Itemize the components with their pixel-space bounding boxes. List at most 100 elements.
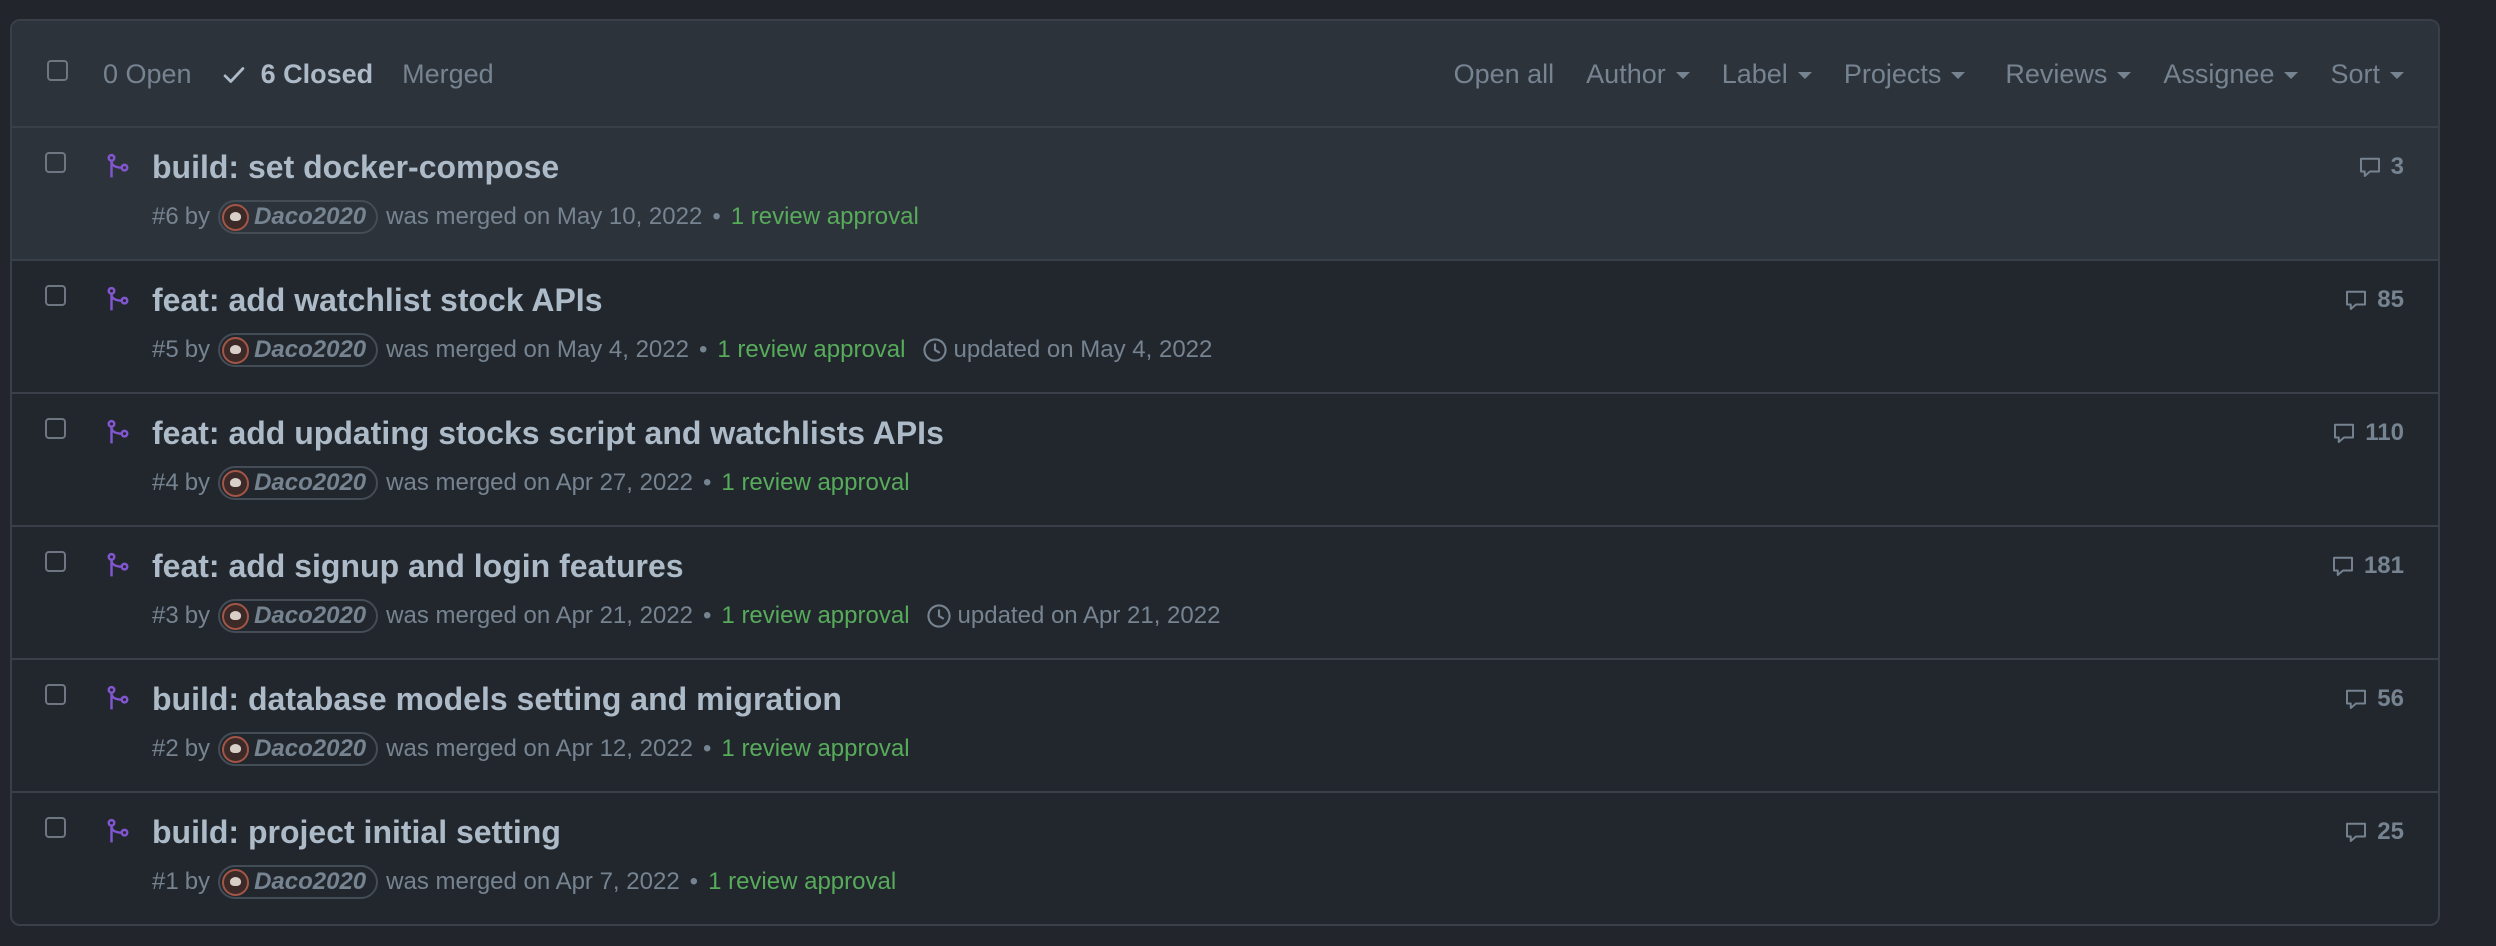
- comments-link[interactable]: 3: [2358, 153, 2404, 181]
- review-approval-link[interactable]: 1 review approval: [708, 868, 896, 896]
- merged-text: was merged on May 10, 2022: [386, 203, 703, 230]
- author-link[interactable]: Daco2020: [218, 865, 379, 899]
- merged-text: was merged on Apr 12, 2022: [386, 735, 694, 762]
- caret-down-icon: [2117, 72, 2132, 79]
- separator-dot: •: [703, 602, 712, 629]
- row-checkbox[interactable]: [45, 285, 66, 306]
- row-checkbox[interactable]: [45, 817, 66, 838]
- review-approval-link[interactable]: 1 review approval: [731, 203, 919, 231]
- author-name: Daco2020: [254, 868, 367, 895]
- comment-icon: [2344, 820, 2377, 844]
- label-filter[interactable]: Label: [1722, 59, 1812, 90]
- reviews-filter[interactable]: Reviews: [2005, 59, 2132, 90]
- author-name: Daco2020: [254, 203, 367, 230]
- clock-icon: [922, 337, 948, 363]
- author-link[interactable]: Daco2020: [218, 599, 379, 633]
- pull-request-row: build: project initial setting #1 by Daco20…: [12, 793, 2438, 924]
- review-approval-link[interactable]: 1 review approval: [721, 735, 909, 763]
- avatar: [222, 602, 250, 630]
- comment-icon: [2344, 288, 2377, 312]
- review-approval-link[interactable]: 1 review approval: [721, 469, 909, 497]
- pr-number: #1: [152, 868, 179, 895]
- sort-filter[interactable]: Sort: [2330, 59, 2404, 90]
- author-name: Daco2020: [254, 602, 367, 629]
- author-filter-label: Author: [1586, 59, 1666, 89]
- closed-tab[interactable]: 6 Closed: [221, 59, 374, 90]
- closed-tab-label: 6 Closed: [260, 59, 374, 89]
- pr-number: #5: [152, 336, 179, 363]
- pull-request-meta: #6 by Daco2020 was merged on May 10, 2022 • 1…: [152, 200, 919, 234]
- comment-count: 110: [2365, 419, 2404, 446]
- label-filter-label: Label: [1721, 59, 1788, 89]
- comments-link[interactable]: 25: [2344, 818, 2404, 846]
- pull-request-title-link[interactable]: feat: add watchlist stock APIs: [152, 282, 602, 319]
- pull-request-title-link[interactable]: build: project initial setting: [152, 814, 561, 851]
- author-link[interactable]: Daco2020: [218, 333, 379, 367]
- comment-count: 25: [2377, 818, 2404, 845]
- pull-request-row: feat: add signup and login features #3 by D…: [12, 527, 2438, 660]
- pull-request-title-link[interactable]: build: set docker-compose: [152, 149, 559, 186]
- merged-text: was merged on May 4, 2022: [386, 336, 689, 363]
- merged-text: was merged on Apr 21, 2022: [386, 602, 694, 629]
- pull-request-rows: build: set docker-compose #6 by Daco2020 was…: [12, 128, 2438, 924]
- pull-request-list: 0 Open 6 Closed Merged Open all Author L…: [10, 19, 2440, 926]
- by-text: by: [184, 602, 211, 629]
- updated-text: updated on May 4, 2022: [953, 336, 1213, 363]
- comment-count: 56: [2377, 685, 2404, 712]
- caret-down-icon: [1675, 72, 1690, 79]
- pull-request-meta: #3 by Daco2020 was merged on Apr 21, 2022 • 1…: [152, 599, 1220, 633]
- pr-number: #6: [152, 203, 179, 230]
- assignee-filter[interactable]: Assignee: [2163, 59, 2299, 90]
- comments-link[interactable]: 85: [2344, 286, 2404, 314]
- open-all-button[interactable]: Open all: [1454, 59, 1555, 90]
- comment-icon: [2358, 155, 2391, 179]
- assignee-filter-label: Assignee: [2163, 59, 2275, 89]
- list-header: 0 Open 6 Closed Merged Open all Author L…: [12, 21, 2438, 128]
- author-name: Daco2020: [254, 336, 367, 363]
- review-approval-link[interactable]: 1 review approval: [717, 336, 905, 364]
- check-icon: [223, 66, 244, 83]
- separator-dot: •: [698, 336, 708, 363]
- state-tabs: 0 Open 6 Closed Merged: [103, 21, 523, 128]
- git-merge-icon: [105, 286, 131, 317]
- updated-text: updated on Apr 21, 2022: [957, 602, 1221, 629]
- avatar: [222, 735, 250, 763]
- pull-request-row: build: set docker-compose #6 by Daco2020 was…: [12, 128, 2438, 261]
- reviews-filter-label: Reviews: [2005, 59, 2108, 89]
- comment-icon: [2331, 554, 2364, 578]
- separator-dot: •: [689, 868, 699, 895]
- review-approval-link[interactable]: 1 review approval: [721, 602, 909, 630]
- sort-filter-label: Sort: [2330, 59, 2380, 89]
- comments-link[interactable]: 181: [2331, 552, 2404, 580]
- git-merge-icon: [105, 685, 131, 716]
- pull-request-title-link[interactable]: feat: add updating stocks script and wat…: [152, 415, 944, 452]
- author-link[interactable]: Daco2020: [218, 200, 379, 234]
- comment-count: 3: [2390, 153, 2404, 180]
- merged-tab[interactable]: Merged: [402, 59, 494, 90]
- separator-dot: •: [712, 203, 721, 230]
- separator-dot: •: [703, 469, 712, 496]
- author-link[interactable]: Daco2020: [218, 466, 379, 500]
- git-merge-icon: [105, 419, 131, 450]
- row-checkbox[interactable]: [45, 418, 66, 439]
- pull-request-row: build: database models setting and migra…: [12, 660, 2438, 793]
- author-filter[interactable]: Author: [1586, 59, 1690, 90]
- comments-link[interactable]: 110: [2332, 419, 2404, 447]
- pull-request-row: feat: add updating stocks script and wat…: [12, 394, 2438, 527]
- pull-request-title-link[interactable]: feat: add signup and login features: [152, 548, 684, 585]
- author-link[interactable]: Daco2020: [218, 732, 379, 766]
- row-checkbox[interactable]: [45, 551, 66, 572]
- pull-request-title-link[interactable]: build: database models setting and migra…: [152, 681, 842, 718]
- comments-link[interactable]: 56: [2344, 685, 2404, 713]
- comment-icon: [2344, 687, 2377, 711]
- comment-count: 181: [2363, 552, 2404, 579]
- projects-filter[interactable]: Projects: [1844, 59, 1966, 90]
- row-checkbox[interactable]: [45, 152, 66, 173]
- row-checkbox[interactable]: [45, 684, 66, 705]
- avatar: [222, 203, 250, 231]
- git-merge-icon: [105, 552, 131, 583]
- open-tab[interactable]: 0 Open: [103, 59, 192, 90]
- select-all-checkbox[interactable]: [47, 60, 68, 81]
- caret-down-icon: [1797, 72, 1812, 79]
- author-name: Daco2020: [254, 735, 367, 762]
